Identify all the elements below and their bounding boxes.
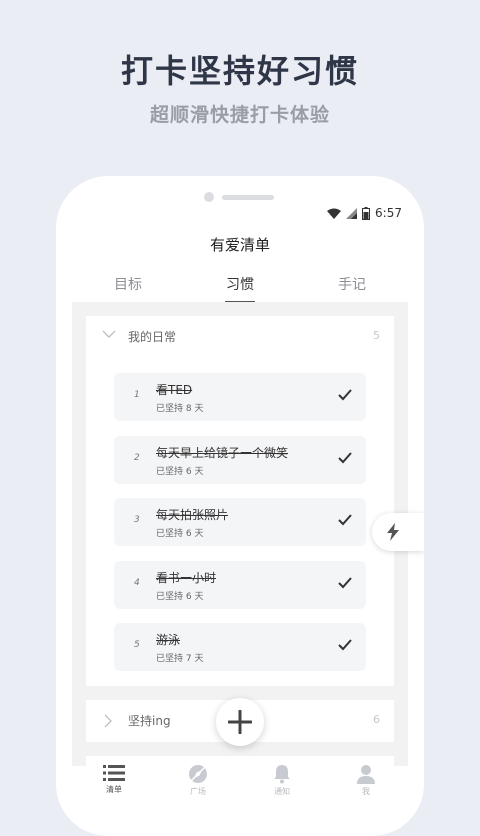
- signal-icon: [346, 207, 358, 219]
- habit-name: 看TED: [156, 383, 193, 397]
- nav-notifications[interactable]: 通知: [240, 762, 324, 802]
- habit-name: 游泳: [156, 633, 181, 647]
- tab-bar: 目标 习惯 手记: [72, 274, 408, 303]
- add-habit-button[interactable]: [216, 698, 264, 746]
- habit-streak: 已坚持 6 天: [156, 529, 204, 539]
- habit-index: 1: [134, 390, 140, 400]
- check-icon[interactable]: [338, 639, 352, 651]
- habit-index: 4: [134, 578, 140, 588]
- habit-streak: 已坚持 8 天: [156, 404, 204, 414]
- bottom-nav: 清单 广场 通知 我: [56, 762, 424, 802]
- group-count: 6: [373, 713, 380, 726]
- speaker-grille: [222, 195, 274, 200]
- habit-index: 3: [134, 515, 140, 525]
- nav-label: 通知: [274, 787, 290, 796]
- status-time: 6:57: [375, 206, 402, 220]
- app-title: 有爱清单: [209, 236, 270, 254]
- group-header[interactable]: 我的日常 5: [86, 316, 394, 358]
- habit-list-area[interactable]: 我的日常 5 1 看TED 已坚持 8 天 2 每天早上给镜子一个微笑 已坚持 …: [72, 302, 408, 766]
- promo-title: 打卡坚持好习惯: [120, 52, 359, 90]
- nav-label: 清单: [106, 785, 122, 794]
- habit-name: 看书一小时: [156, 571, 217, 585]
- nav-label: 广场: [190, 787, 206, 796]
- habit-streak: 已坚持 6 天: [156, 592, 204, 602]
- habit-item[interactable]: 3 每天拍张照片 已坚持 6 天: [114, 498, 366, 546]
- habit-index: 2: [134, 453, 140, 463]
- nav-label: 我: [362, 787, 370, 796]
- tab-notes[interactable]: 手记: [296, 274, 408, 303]
- wifi-icon: [327, 208, 342, 219]
- nav-square[interactable]: 广场: [156, 762, 240, 802]
- phone-frame: 6:57 有爱清单 目标 习惯 手记 我的日常 5 1 看TED 已坚持 8 天: [56, 176, 424, 836]
- promo-subtitle: 超顺滑快捷打卡体验: [149, 104, 330, 126]
- lightning-icon: [387, 523, 399, 541]
- check-icon[interactable]: [338, 452, 352, 464]
- group-name: 坚持ing: [128, 714, 171, 728]
- habit-group-card: 我的日常 5 1 看TED 已坚持 8 天 2 每天早上给镜子一个微笑 已坚持 …: [86, 316, 394, 686]
- bell-icon: [274, 765, 290, 784]
- habit-index: 5: [134, 640, 140, 650]
- battery-icon: [362, 206, 371, 220]
- habit-name: 每天早上给镜子一个微笑: [156, 446, 289, 460]
- person-icon: [357, 765, 375, 784]
- nav-me[interactable]: 我: [324, 762, 408, 802]
- habit-streak: 已坚持 6 天: [156, 467, 204, 477]
- tab-goals[interactable]: 目标: [72, 274, 184, 303]
- group-name: 我的日常: [128, 330, 177, 344]
- habit-item[interactable]: 4 看书一小时 已坚持 6 天: [114, 561, 366, 609]
- compass-icon: [189, 765, 207, 783]
- chevron-right-icon[interactable]: [104, 714, 113, 728]
- habit-name: 每天拍张照片: [156, 508, 229, 522]
- habit-item[interactable]: 1 看TED 已坚持 8 天: [114, 373, 366, 421]
- habit-item[interactable]: 5 游泳 已坚持 7 天: [114, 623, 366, 671]
- check-icon[interactable]: [338, 514, 352, 526]
- plus-icon: [228, 710, 252, 734]
- check-icon[interactable]: [338, 389, 352, 401]
- quick-action-button[interactable]: [372, 513, 424, 551]
- camera-dot: [204, 192, 214, 202]
- group-count: 5: [373, 329, 380, 342]
- list-icon: [103, 765, 125, 781]
- status-bar: 6:57: [327, 206, 402, 220]
- habit-streak: 已坚持 7 天: [156, 654, 204, 664]
- chevron-down-icon[interactable]: [102, 330, 116, 339]
- tab-habits[interactable]: 习惯: [184, 274, 296, 303]
- habit-item[interactable]: 2 每天早上给镜子一个微笑 已坚持 6 天: [114, 436, 366, 484]
- nav-list[interactable]: 清单: [72, 762, 156, 802]
- check-icon[interactable]: [338, 577, 352, 589]
